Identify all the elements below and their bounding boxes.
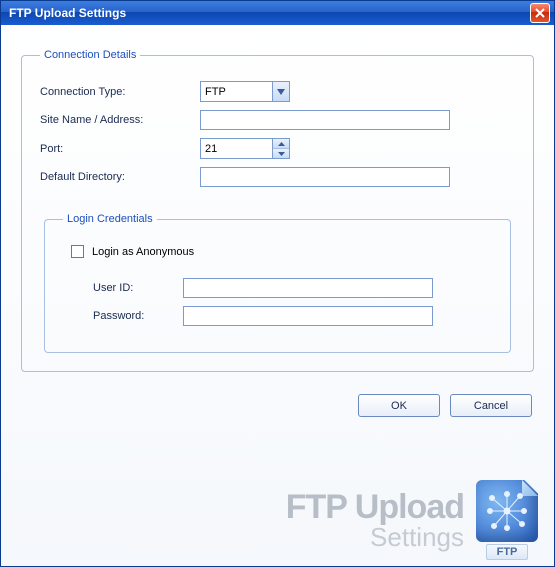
titlebar: FTP Upload Settings <box>1 1 554 25</box>
connection-type-dropdown-button[interactable] <box>272 82 289 101</box>
port-spinner[interactable] <box>200 138 290 159</box>
dialog-buttons: OK Cancel <box>21 390 534 417</box>
login-credentials-legend: Login Credentials <box>63 213 157 225</box>
connection-type-select[interactable] <box>200 81 290 102</box>
ok-button[interactable]: OK <box>358 394 440 417</box>
chevron-up-icon <box>278 142 285 146</box>
connection-details-legend: Connection Details <box>40 49 140 61</box>
port-spin-up[interactable] <box>273 139 289 149</box>
footer-line1: FTP Upload <box>286 490 464 524</box>
password-label: Password: <box>63 310 183 322</box>
connection-details-group: Connection Details Connection Type: Site… <box>21 49 534 372</box>
page-fold-icon <box>522 480 538 496</box>
site-label: Site Name / Address: <box>40 114 200 126</box>
port-row: Port: <box>40 138 515 159</box>
site-row: Site Name / Address: <box>40 110 515 130</box>
cancel-button[interactable]: Cancel <box>450 394 532 417</box>
anonymous-label: Login as Anonymous <box>92 246 194 258</box>
default-dir-label: Default Directory: <box>40 171 200 183</box>
content-area: Connection Details Connection Type: Site… <box>1 25 554 566</box>
close-icon <box>535 8 545 18</box>
chevron-down-icon <box>277 89 285 95</box>
user-label: User ID: <box>63 282 183 294</box>
ftp-badge: FTP <box>486 544 528 560</box>
close-button[interactable] <box>530 3 550 23</box>
anonymous-row: Login as Anonymous <box>71 245 492 258</box>
ftp-settings-window: FTP Upload Settings Connection Details C… <box>0 0 555 567</box>
globe-page-icon <box>476 480 538 542</box>
footer-icon: FTP <box>472 480 542 560</box>
user-input[interactable] <box>183 278 433 298</box>
window-title: FTP Upload Settings <box>9 6 530 20</box>
footer-art: FTP Upload Settings <box>286 480 542 560</box>
default-dir-row: Default Directory: <box>40 167 515 187</box>
port-spin-buttons <box>272 139 289 158</box>
network-icon <box>486 490 528 532</box>
footer-line2: Settings <box>286 524 464 550</box>
login-credentials-group: Login Credentials Login as Anonymous Use… <box>44 213 511 353</box>
password-row: Password: <box>63 306 492 326</box>
anonymous-checkbox[interactable] <box>71 245 84 258</box>
connection-type-label: Connection Type: <box>40 86 200 98</box>
user-row: User ID: <box>63 278 492 298</box>
footer-text: FTP Upload Settings <box>286 490 464 550</box>
chevron-down-icon <box>278 152 285 156</box>
connection-type-row: Connection Type: <box>40 81 515 102</box>
default-dir-input[interactable] <box>200 167 450 187</box>
site-input[interactable] <box>200 110 450 130</box>
port-spin-down[interactable] <box>273 149 289 158</box>
port-label: Port: <box>40 143 200 155</box>
password-input[interactable] <box>183 306 433 326</box>
